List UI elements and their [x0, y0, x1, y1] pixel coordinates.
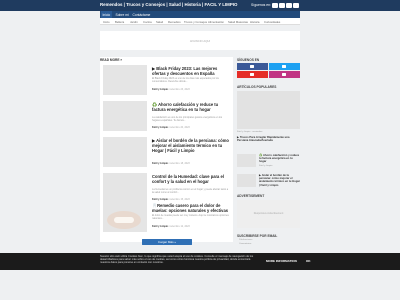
facebook-icon: [250, 65, 254, 68]
post-thumbnail[interactable]: [103, 65, 147, 95]
more-information-button[interactable]: MORE INFORMATION: [266, 259, 297, 263]
post-meta: Fácil y Limpio noviembre 18, 2023: [152, 162, 190, 165]
ad-banner[interactable]: ANUNCIO AQUI: [100, 31, 300, 50]
instagram-button[interactable]: [269, 71, 300, 78]
category-item[interactable]: Alimentación: [208, 20, 224, 24]
post-date: noviembre 12, 2023: [168, 225, 190, 228]
site-title[interactable]: Remendos | Trucos y Consejos | Salud | H…: [100, 2, 237, 7]
cookie-ok-button[interactable]: OK: [306, 259, 311, 263]
twitter-icon[interactable]: [279, 2, 285, 8]
youtube-button[interactable]: [237, 71, 268, 78]
subscribe-posts[interactable]: Publicaciones: [239, 239, 253, 241]
subscribe-title: SUSCRIBIRSE POR EMAIL: [237, 234, 278, 238]
post-meta: Fácil y Limpio noviembre 20, 2023: [152, 126, 190, 129]
load-more-button[interactable]: Cargar Más »: [142, 239, 192, 245]
sidebar-ad[interactable]: Responsive Advertisement: [237, 200, 300, 228]
nav-item-sobre-mi[interactable]: Sobre mí: [114, 13, 130, 17]
post-meta: Fácil y Limpio noviembre 12, 2023: [152, 225, 190, 228]
post-title[interactable]: ▶ Black Friday 2023: Las mejores ofertas…: [152, 66, 230, 76]
post-title[interactable]: Control de la Humedad: clave para el con…: [152, 174, 230, 184]
ad-title: ADVERTISEMENT: [237, 194, 265, 198]
post-author[interactable]: Fácil y Limpio: [152, 225, 168, 228]
post-author[interactable]: Fácil y Limpio: [152, 126, 168, 129]
category-item[interactable]: Jardín: [130, 20, 138, 24]
post-thumbnail[interactable]: [103, 202, 147, 232]
popular-thumbnail[interactable]: [237, 174, 256, 187]
instagram-icon: [282, 73, 286, 76]
popular-title-link[interactable]: ♻️ Ahorro calefacción y reduce tu factur…: [259, 154, 300, 164]
post-thumbnail[interactable]: [103, 101, 147, 131]
top-bar: Remendos | Trucos y Consejos | Salud | H…: [0, 0, 400, 11]
popular-meta: Fácil y Limpio · noviembre: [237, 131, 263, 133]
follow-title: SÍGUENOS EN: [237, 58, 260, 62]
list-item[interactable]: 🦷Remedio casero para el dolor de muelas:…: [100, 199, 233, 235]
cookie-banner: Nuestro sitio web utiliza Cookies bien, …: [0, 253, 400, 270]
popular-title-link[interactable]: ▶ Trucos Para Arreglar Rápidamente una P…: [237, 136, 300, 142]
twitter-button[interactable]: [269, 63, 300, 70]
popular-title: ARTÍCULOS POPULARES: [237, 85, 277, 89]
list-item[interactable]: ♻️ Ahorro calefacción y reduce tu factur…: [100, 98, 233, 134]
category-item[interactable]: Inicio: [103, 20, 110, 24]
post-thumbnail[interactable]: [103, 137, 147, 167]
nav-item-inicio[interactable]: Inicio: [101, 11, 112, 18]
cookie-message: Nuestro sitio web utiliza Cookies bien, …: [100, 255, 254, 265]
post-date: noviembre 20, 2023: [168, 126, 190, 129]
post-excerpt: La humedad es un problema común en el ho…: [152, 188, 229, 194]
facebook-icon[interactable]: [272, 2, 278, 8]
post-excerpt: La calefacción es uno de los principales…: [152, 116, 223, 122]
category-nav: Inicio Belleza Jardín Cocina Salud Remed…: [100, 18, 300, 25]
post-date: noviembre 23, 2023: [168, 88, 190, 91]
subscribe-comments[interactable]: Comentarios: [239, 243, 251, 245]
smile-image: [107, 211, 141, 229]
list-item[interactable]: ▶ Aislar el bordén de la persiana: cómo …: [100, 134, 233, 170]
post-meta: Fácil y Limpio noviembre 23, 2023: [152, 88, 190, 91]
ad-label: ANUNCIO AQUI: [189, 39, 211, 43]
popular-thumbnail[interactable]: [237, 154, 256, 167]
post-excerpt: El dolor de muelas puede ser muy molesto…: [152, 214, 229, 220]
post-title[interactable]: 🦷Remedio casero para el dolor de muelas:…: [152, 203, 230, 213]
youtube-icon[interactable]: [286, 2, 292, 8]
category-item[interactable]: Cocina: [143, 20, 152, 24]
category-item[interactable]: Remedios: [168, 20, 181, 24]
twitter-icon: [282, 65, 286, 68]
post-author[interactable]: Fácil y Limpio: [152, 88, 168, 91]
post-author[interactable]: Fácil y Limpio: [152, 162, 168, 165]
category-item[interactable]: Curiosidades: [264, 20, 280, 24]
post-list: READ MORE » ▶ Black Friday 2023: Las mej…: [100, 57, 233, 245]
post-title[interactable]: ♻️ Ahorro calefacción y reduce tu factur…: [152, 102, 230, 112]
popular-title-link[interactable]: ▶ Aislar el bordén de la persiana: cómo …: [259, 174, 300, 187]
sidebar-ad-label: Responsive Advertisement: [253, 212, 284, 215]
post-date: noviembre 18, 2023: [168, 162, 190, 165]
nav-item-contactame[interactable]: Contáctame: [131, 13, 152, 17]
follow-label: Síguenos en:: [251, 3, 271, 7]
instagram-icon[interactable]: [293, 2, 299, 8]
popular-meta: Fácil y Limpio: [259, 165, 273, 167]
category-item[interactable]: Historia: [250, 20, 259, 24]
category-item[interactable]: Trucos y Consejos: [184, 20, 207, 24]
post-title[interactable]: ▶ Aislar el bordén de la persiana: cómo …: [152, 138, 230, 153]
main-nav: Inicio Sobre mí Contáctame: [100, 11, 300, 18]
popular-featured-image[interactable]: [237, 91, 300, 129]
post-excerpt: El Black Friday 2023 es uno de los días …: [152, 77, 219, 83]
list-item[interactable]: ▶ Black Friday 2023: Las mejores ofertas…: [100, 62, 233, 98]
category-item[interactable]: Salud Mascotas: [228, 20, 248, 24]
facebook-button[interactable]: [237, 63, 268, 70]
category-item[interactable]: Belleza: [115, 20, 124, 24]
youtube-icon: [250, 73, 254, 76]
category-item[interactable]: Salud: [156, 20, 163, 24]
